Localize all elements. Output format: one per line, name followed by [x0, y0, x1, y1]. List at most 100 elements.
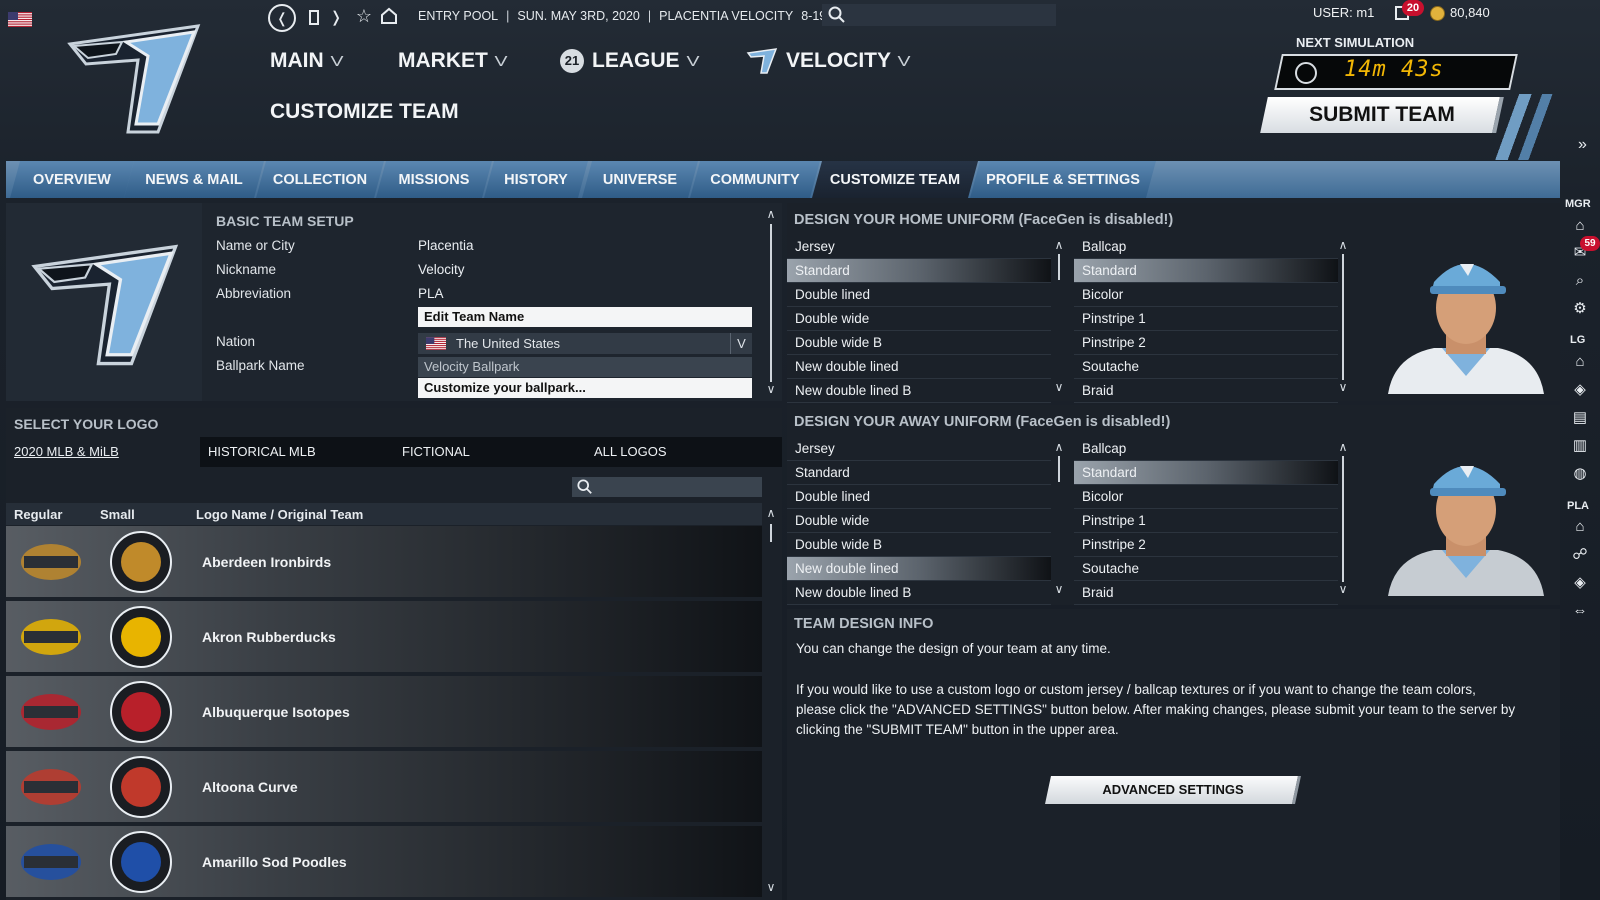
home-icon[interactable]	[380, 7, 398, 24]
jersey-option[interactable]: Standard	[787, 461, 1051, 485]
logo-row[interactable]: Altoona Curve	[6, 751, 762, 824]
tab-label: COLLECTION	[272, 171, 368, 188]
ballcap-option[interactable]: Braid	[1074, 379, 1338, 403]
scroll-up-icon[interactable]: ∧	[764, 207, 778, 221]
jersey-option[interactable]: Double lined	[787, 283, 1051, 307]
col-small: Small	[100, 507, 135, 522]
diamond-icon[interactable]: ◈	[1571, 381, 1589, 399]
tab-overview[interactable]: OVERVIEW	[10, 161, 134, 198]
jersey-option[interactable]: New double lined	[787, 355, 1051, 379]
jersey-option[interactable]: New double lined B	[787, 379, 1051, 403]
tab-history[interactable]: HISTORY	[484, 161, 588, 198]
scroll-down-icon[interactable]: ∨	[1052, 582, 1066, 596]
jersey-option[interactable]: Double wide	[787, 307, 1051, 331]
ballcap-option[interactable]: Braid	[1074, 581, 1338, 605]
global-search-input[interactable]	[822, 4, 1056, 26]
ballcap-option[interactable]: Soutache	[1074, 557, 1338, 581]
us-flag-icon[interactable]	[8, 12, 32, 27]
scroll-down-icon[interactable]: ∨	[1336, 380, 1350, 394]
edit-team-name-button[interactable]: Edit Team Name	[418, 307, 752, 327]
scrollbar-thumb[interactable]	[1342, 456, 1344, 582]
jersey-option[interactable]: Double lined	[787, 485, 1051, 509]
ballcap-option[interactable]: Pinstripe 1	[1074, 509, 1338, 533]
stats-icon[interactable]: ▥	[1571, 437, 1589, 455]
back-button[interactable]: ❬	[268, 4, 296, 32]
search-icon[interactable]: ⌕	[1571, 272, 1589, 290]
scrollbar-thumb[interactable]	[770, 524, 772, 542]
window-icon[interactable]	[304, 6, 324, 28]
tab-customize-team[interactable]: CUSTOMIZE TEAM	[812, 161, 978, 198]
ballpark-name-input[interactable]: Velocity Ballpark	[418, 357, 752, 377]
logo-tab-fictional[interactable]: FICTIONAL	[402, 444, 470, 459]
logo-row[interactable]: Aberdeen Ironbirds	[6, 526, 762, 599]
regular-logo-icon	[21, 844, 81, 880]
search-icon[interactable]	[828, 6, 846, 24]
logo-row[interactable]: Amarillo Sod Poodles	[6, 826, 762, 899]
logo-row[interactable]: Albuquerque Isotopes	[6, 676, 762, 749]
tab-news-mail[interactable]: NEWS & MAIL	[124, 161, 264, 198]
jersey-option[interactable]: Standard	[787, 259, 1051, 283]
scroll-down-icon[interactable]: ∨	[1052, 380, 1066, 394]
tab-community[interactable]: COMMUNITY	[690, 161, 820, 198]
home-player-avatar	[1388, 264, 1544, 394]
scroll-up-icon[interactable]: ∧	[1336, 440, 1350, 454]
star-icon[interactable]: ☆	[352, 4, 376, 28]
scroll-up-icon[interactable]: ∧	[1336, 238, 1350, 252]
scrollbar-thumb[interactable]	[1342, 254, 1344, 380]
ballcap-option[interactable]: Standard	[1074, 461, 1338, 485]
ballcap-option[interactable]: Bicolor	[1074, 283, 1338, 307]
logo-name: Aberdeen Ironbirds	[202, 554, 332, 570]
ballcap-option[interactable]: Pinstripe 2	[1074, 533, 1338, 557]
scroll-up-icon[interactable]: ∧	[1052, 440, 1066, 454]
team-home-icon[interactable]: ⌂	[1571, 518, 1589, 536]
nation-select[interactable]: The United States V	[418, 333, 752, 354]
customize-ballpark-button[interactable]: Customize your ballpark...	[418, 378, 752, 398]
team-mini-logo-icon	[746, 48, 778, 74]
ballcap-option[interactable]: Bicolor	[1074, 485, 1338, 509]
jersey-option[interactable]: New double lined	[787, 557, 1051, 581]
chevron-down-icon[interactable]: V	[730, 333, 752, 354]
menu-league[interactable]: 21 LEAGUE V	[560, 46, 699, 76]
home-icon[interactable]: ⌂	[1571, 217, 1589, 235]
logo-row[interactable]: Akron Rubberducks	[6, 601, 762, 674]
ballcap-option[interactable]: Pinstripe 1	[1074, 307, 1338, 331]
logo-tab-historical[interactable]: HISTORICAL MLB	[208, 444, 316, 459]
jersey-option[interactable]: Double wide B	[787, 533, 1051, 557]
scroll-down-icon[interactable]: ∨	[1336, 582, 1350, 596]
logo-tab-2020-mlb[interactable]: 2020 MLB & MiLB	[14, 444, 119, 459]
jersey-option[interactable]: Double wide B	[787, 331, 1051, 355]
news-icon[interactable]: ▤	[1571, 409, 1589, 427]
scroll-up-icon[interactable]: ∧	[1052, 238, 1066, 252]
field-icon[interactable]: ◈	[1571, 574, 1589, 592]
search-icon	[577, 479, 592, 494]
tab-missions[interactable]: MISSIONS	[376, 161, 492, 198]
scrollbar-thumb[interactable]	[1058, 254, 1060, 280]
scroll-down-icon[interactable]: ∨	[764, 880, 778, 894]
tab-universe[interactable]: UNIVERSE	[582, 161, 698, 198]
menu-main[interactable]: MAIN V	[270, 46, 343, 76]
menu-velocity[interactable]: VELOCITY V	[746, 46, 911, 76]
logo-search-input[interactable]	[572, 477, 762, 497]
league-home-icon[interactable]: ⌂	[1571, 353, 1589, 371]
scrollbar-thumb[interactable]	[770, 224, 772, 382]
tab-profile-settings[interactable]: PROFILE & SETTINGS	[970, 161, 1156, 198]
scroll-up-icon[interactable]: ∧	[764, 506, 778, 520]
scrollbar-thumb[interactable]	[1058, 456, 1060, 482]
roster-icon[interactable]: ☍	[1571, 546, 1589, 564]
ballcap-option[interactable]: Soutache	[1074, 355, 1338, 379]
away-ballcap-list: Ballcap Standard Bicolor Pinstripe 1 Pinstri…	[1074, 437, 1338, 605]
menu-market[interactable]: MARKET V	[398, 46, 507, 76]
logo-tab-all[interactable]: ALL LOGOS	[594, 444, 667, 459]
forward-button[interactable]: ❭	[326, 6, 346, 28]
ballcap-option[interactable]: Pinstripe 2	[1074, 331, 1338, 355]
ballcap-option[interactable]: Standard	[1074, 259, 1338, 283]
baseball-icon[interactable]: ◍	[1571, 465, 1589, 483]
jersey-option[interactable]: Double wide	[787, 509, 1051, 533]
small-logo-icon	[110, 831, 172, 893]
tab-collection[interactable]: COLLECTION	[256, 161, 384, 198]
collapse-rail-button[interactable]: »	[1578, 136, 1587, 154]
transfer-icon[interactable]: ⇔	[1571, 602, 1589, 620]
scroll-down-icon[interactable]: ∨	[764, 382, 778, 396]
jersey-option[interactable]: New double lined B	[787, 581, 1051, 605]
gear-icon[interactable]: ⚙	[1571, 300, 1589, 318]
